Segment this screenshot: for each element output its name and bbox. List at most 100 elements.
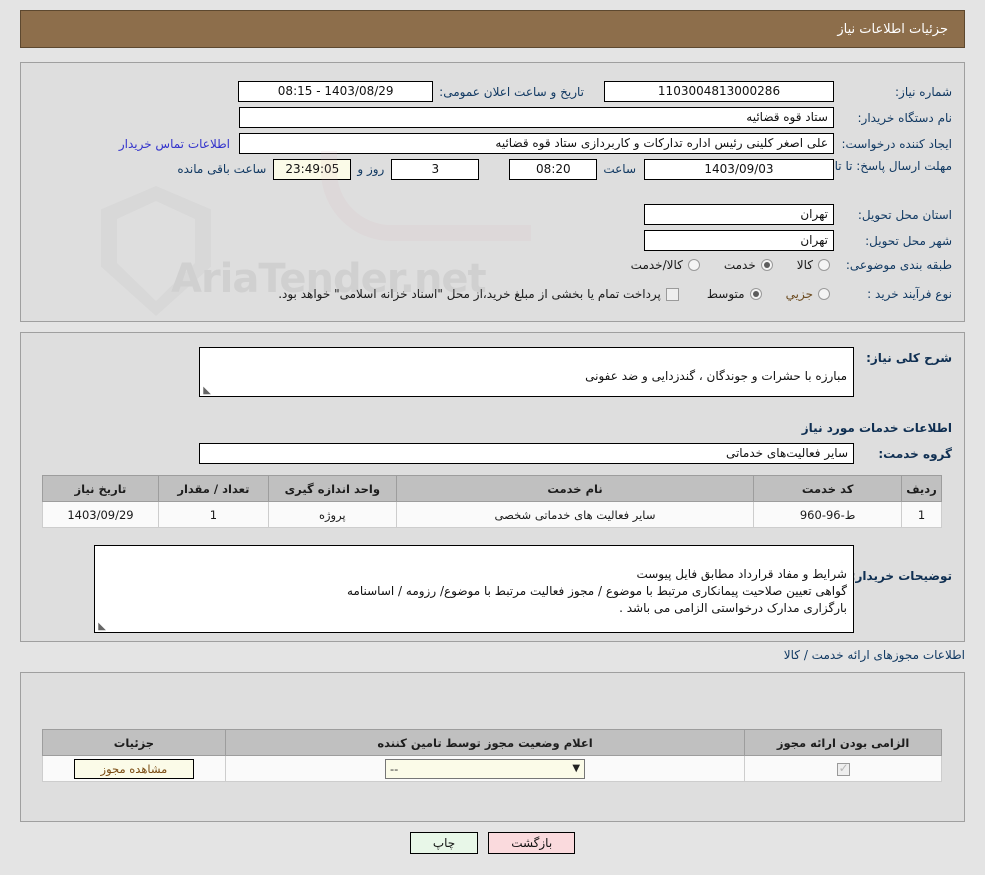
permits-panel: الزامی بودن ارائه مجوز اعلام وضعیت مجوز … (20, 672, 965, 822)
back-button[interactable]: بازگشت (488, 832, 576, 854)
need-info-panel: شماره نیاز: 1103004813000286 تاریخ و ساع… (20, 62, 965, 322)
deadline-countdown-field: 23:49:05 (273, 159, 352, 180)
option-label: کالا (796, 258, 813, 272)
view-permit-button[interactable]: مشاهده مجوز (73, 758, 195, 779)
requester-label: ایجاد کننده درخواست: (841, 136, 952, 151)
need-number-label: شماره نیاز: (895, 84, 952, 99)
cell-permit-status: ▼ -- (224, 755, 746, 782)
deadline-days-field[interactable]: 3 (391, 159, 480, 180)
service-group-row: گروه خدمت: سایر فعالیت‌های خدماتی (199, 443, 952, 464)
subject-category-option-kala[interactable]: کالا (797, 258, 830, 272)
watermark-shield-icon (101, 186, 211, 316)
buyer-contact-link[interactable]: اطلاعات تماس خریدار (119, 137, 230, 151)
purchase-process-row: نوع فرآیند خرید : جزیي متوسط پرداخت تمام… (278, 287, 952, 301)
requester-row: ایجاد کننده درخواست: علی اصغر کلینی رئیس… (119, 133, 952, 154)
buyer-org-field[interactable]: ستاد قوه قضائیه (239, 107, 834, 128)
page-root: جزئیات اطلاعات نیاز شماره نیاز: 11030048… (0, 0, 985, 875)
option-label: خدمت (723, 258, 756, 272)
subject-category-option-khedmat[interactable]: خدمت (724, 258, 773, 272)
services-table-header-row: ردیف کد خدمت نام خدمت واحد اندازه گیری ت… (42, 475, 942, 502)
subject-category-label: طبقه بندی موضوعی: (845, 258, 952, 272)
col-service-code: کد خدمت (753, 475, 903, 502)
resize-grip-icon[interactable]: ◣ (202, 386, 211, 396)
page-header: جزئیات اطلاعات نیاز (20, 10, 965, 48)
purchase-process-option-jozee[interactable]: جزیي (786, 287, 830, 301)
service-group-field[interactable]: سایر فعالیت‌های خدماتی (199, 443, 854, 464)
cell-service-code: ط-96-960 (753, 501, 903, 528)
radio-icon[interactable] (749, 288, 762, 300)
delivery-city-label: شهر محل تحویل: (865, 233, 952, 248)
delivery-province-label: استان محل تحویل: (857, 207, 952, 222)
delivery-city-field[interactable]: تهران (644, 230, 834, 251)
purchase-process-option-motavaset[interactable]: متوسط (707, 287, 762, 301)
permit-status-value: -- (390, 761, 399, 776)
radio-icon[interactable] (687, 259, 700, 271)
cell-unit: پروژه (267, 501, 397, 528)
subject-category-option-kala-khedmat[interactable]: کالا/خدمت (631, 258, 700, 272)
service-group-label: گروه خدمت: (878, 446, 952, 461)
services-table: ردیف کد خدمت نام خدمت واحد اندازه گیری ت… (42, 475, 942, 528)
buyer-notes-value: شرایط و مفاد قرارداد مطابق فایل پیوست گو… (346, 567, 847, 615)
buyer-notes-label: توضیحات خریدار: (850, 569, 952, 583)
deadline-date-field[interactable]: 1403/09/03 (644, 159, 834, 180)
deadline-hour-field[interactable]: 08:20 (509, 159, 598, 180)
deadline-countdown-label: ساعت باقی مانده (177, 162, 267, 176)
col-row-no: ردیف (901, 475, 942, 502)
cell-quantity: 1 (157, 501, 269, 528)
col-quantity: تعداد / مقدار (157, 475, 269, 502)
need-number-row: شماره نیاز: 1103004813000286 (604, 81, 952, 102)
requester-field[interactable]: علی اصغر کلینی رئیس اداره تدارکات و کارب… (239, 133, 834, 154)
cell-row-no: 1 (901, 501, 942, 528)
treasury-bond-checkbox-group[interactable]: پرداخت تمام یا بخشی از مبلغ خرید،از محل … (278, 287, 679, 301)
col-permit-status: اعلام وضعیت مجوز توسط تامین کننده (224, 729, 746, 756)
page-title: جزئیات اطلاعات نیاز (837, 21, 948, 37)
option-label: متوسط (706, 287, 745, 301)
col-permit-required: الزامی بودن ارائه مجوز (744, 729, 942, 756)
delivery-province-row: استان محل تحویل: تهران (644, 204, 952, 225)
services-section-heading: اطلاعات خدمات مورد نیاز (801, 421, 952, 435)
radio-icon[interactable] (818, 288, 830, 300)
services-panel: شرح کلی نیاز: مبارزه با حشرات و جوندگان … (20, 332, 965, 642)
col-need-date: تاریخ نیاز (42, 475, 159, 502)
resize-grip-icon[interactable]: ◣ (97, 622, 106, 632)
permit-required-checkbox-icon (836, 761, 850, 776)
need-summary-row: شرح کلی نیاز: مبارزه با حشرات و جوندگان … (199, 347, 952, 397)
permits-table: الزامی بودن ارائه مجوز اعلام وضعیت مجوز … (42, 729, 942, 782)
need-summary-label: شرح کلی نیاز: (866, 351, 952, 365)
radio-icon[interactable] (760, 259, 773, 271)
cell-need-date: 1403/09/29 (42, 501, 159, 528)
buyer-org-row: نام دستگاه خریدار: ستاد قوه قضائیه (239, 107, 952, 128)
print-button[interactable]: چاپ (409, 832, 479, 854)
deadline-hour-label: ساعت (603, 162, 636, 176)
table-row: 1 ط-96-960 سایر فعالیت های خدماتی شخصی پ… (42, 501, 942, 528)
permits-table-header-row: الزامی بودن ارائه مجوز اعلام وضعیت مجوز … (42, 729, 942, 756)
footer-actions: بازگشت چاپ (0, 832, 985, 854)
col-unit: واحد اندازه گیری (267, 475, 397, 502)
delivery-city-row: شهر محل تحویل: تهران (644, 230, 952, 251)
buyer-notes-row: توضیحات خریدار: شرایط و مفاد قرارداد مطا… (94, 545, 952, 633)
announce-datetime-field[interactable]: 1403/08/29 - 08:15 (238, 81, 434, 102)
buyer-notes-textarea[interactable]: شرایط و مفاد قرارداد مطابق فایل پیوست گو… (94, 545, 854, 633)
treasury-bond-label: پرداخت تمام یا بخشی از مبلغ خرید،از محل … (278, 287, 661, 301)
deadline-days-label: روز و (357, 162, 385, 176)
cell-permit-details: مشاهده مجوز (42, 755, 226, 782)
need-summary-value: مبارزه با حشرات و جوندگان ، گندزدایی و ض… (585, 369, 847, 383)
option-label: جزیي (785, 287, 813, 301)
cell-permit-required (744, 755, 942, 782)
radio-icon[interactable] (818, 259, 830, 271)
col-permit-details: جزئیات (42, 729, 226, 756)
watermark-shield-inner-icon (117, 201, 195, 301)
deadline-row: مهلت ارسال پاسخ: تا تاریخ: 1403/09/03 سا… (177, 159, 952, 180)
option-label: کالا/خدمت (630, 258, 683, 272)
checkbox-icon[interactable] (665, 287, 679, 301)
need-summary-textarea[interactable]: مبارزه با حشرات و جوندگان ، گندزدایی و ض… (199, 347, 854, 397)
permit-status-select[interactable]: ▼ -- (385, 758, 586, 779)
col-service-name: نام خدمت (395, 475, 755, 502)
deadline-label: مهلت ارسال پاسخ: تا تاریخ: (813, 159, 952, 173)
need-number-field[interactable]: 1103004813000286 (604, 81, 834, 102)
table-row: ▼ -- مشاهده مجوز (42, 755, 942, 782)
announce-datetime-row: تاریخ و ساعت اعلان عمومی: 1403/08/29 - 0… (238, 81, 584, 102)
buyer-org-label: نام دستگاه خریدار: (857, 110, 953, 125)
announce-datetime-label: تاریخ و ساعت اعلان عمومی: (439, 84, 584, 99)
delivery-province-field[interactable]: تهران (644, 204, 834, 225)
